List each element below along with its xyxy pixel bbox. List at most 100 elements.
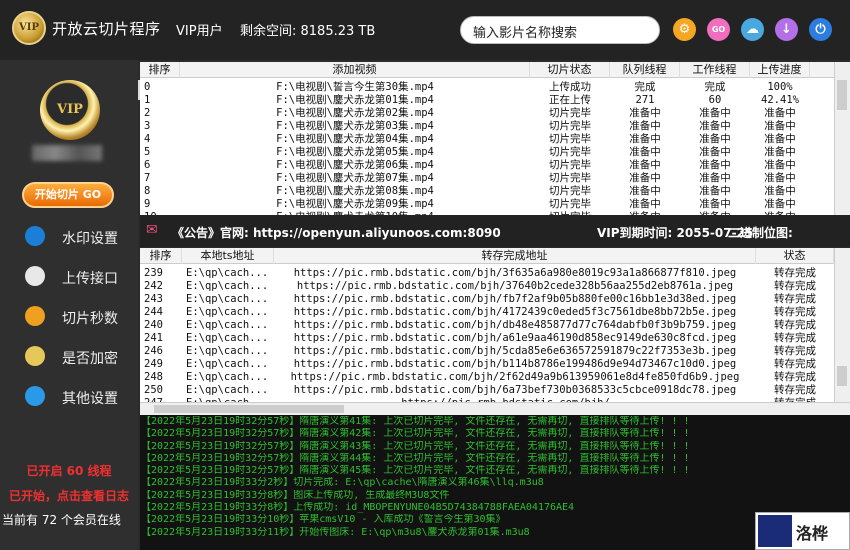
table-cell: 9: [144, 198, 151, 210]
transfer-table: 排序 本地ts地址 转存完成地址 状态 239 E:\qp\cach... https://…: [140, 248, 834, 402]
table-cell: 242: [144, 280, 163, 292]
menu-item-label: 其他设置: [62, 391, 118, 407]
table-cell: 准备中: [629, 185, 661, 197]
table-cell: https://pic.rmb.bdstatic.com/bjh/4172439…: [293, 306, 737, 318]
go-icon[interactable]: GO: [707, 18, 730, 41]
table-cell: F:\电视剧\鏖犬赤龙第09集.mp4: [276, 198, 434, 210]
table-cell: 转存完成: [774, 358, 816, 370]
remaining-space: 剩余空间: 8185.23 TB: [240, 24, 376, 39]
column-header[interactable]: 排序: [140, 248, 182, 264]
table-row[interactable]: 244 E:\qp\cach... https://pic.rmb.bdstatic…: [140, 306, 834, 319]
table-row[interactable]: 0 F:\电视剧\誓言今生第30集.mp4 上传成功 完成 完成 100% 待添加: [140, 81, 834, 94]
menu-item-encrypt[interactable]: 是否加密: [0, 343, 138, 371]
menu-item-seconds[interactable]: 切片秒数: [0, 303, 138, 331]
table-row[interactable]: 8 F:\电视剧\鏖犬赤龙第08集.mp4 切片完毕 准备中 准备中 准备中 待添加: [140, 185, 834, 198]
table-cell: https://pic.rmb.bdstatic.com/bjh/fb7f2af…: [293, 293, 737, 305]
table-row[interactable]: 3 F:\电视剧\鏖犬赤龙第03集.mp4 切片完毕 准备中 准备中 准备中 待添加: [140, 120, 834, 133]
column-header[interactable]: 排序: [140, 62, 180, 78]
column-header[interactable]: 转存完成地址: [274, 248, 756, 264]
table-cell: 243: [144, 293, 163, 305]
table-cell: 待添加: [810, 159, 834, 172]
table-row[interactable]: 249 E:\qp\cach... https://pic.rmb.bdstatic…: [140, 358, 834, 371]
table-cell: 转存完成: [774, 293, 816, 305]
table-cell: 切片完毕: [549, 185, 591, 197]
menu-item-upload[interactable]: 上传接口: [0, 263, 138, 291]
table-cell: https://pic.rmb.bdstatic.com/bjh/2f62d49…: [290, 371, 740, 383]
column-header[interactable]: 队列线程: [610, 62, 680, 78]
transfer-table-scrollbar[interactable]: [834, 248, 850, 402]
search-input[interactable]: 输入影片名称搜索: [460, 16, 660, 44]
column-header[interactable]: 水印状态: [810, 62, 834, 78]
log-line: 【2022年5月23日19时32分57秒】隋唐演义第45集: 上次已切片完毕, …: [141, 465, 690, 477]
table-cell: 待添加: [810, 185, 834, 198]
menu-item-label: 切片秒数: [62, 311, 118, 327]
table-cell: 完成: [704, 81, 726, 93]
column-header[interactable]: 上传进度: [750, 62, 810, 78]
table-cell: 准备中: [699, 146, 731, 158]
table-cell: E:\qp\cach...: [186, 319, 269, 331]
title-bar: VIP 开放云切片程序 VIP用户 剩余空间: 8185.23 TB 输入影片名…: [0, 0, 850, 60]
column-header[interactable]: 本地ts地址: [182, 248, 274, 264]
download-icon[interactable]: ↓: [775, 18, 798, 41]
table-row[interactable]: 4 F:\电视剧\鏖犬赤龙第04集.mp4 切片完毕 准备中 准备中 准备中 待添加: [140, 133, 834, 146]
table-cell: 待添加: [810, 146, 834, 159]
table-row[interactable]: 1 F:\电视剧\鏖犬赤龙第01集.mp4 正在上传 271 60 42.41% 待添加: [140, 94, 834, 107]
column-header[interactable]: 状态: [756, 248, 834, 264]
log-line: 【2022年5月23日19时33分8秒】图床上传成功, 生成最终M3U8文件: [141, 489, 450, 501]
table-row[interactable]: 2 F:\电视剧\鏖犬赤龙第02集.mp4 切片完毕 准备中 准备中 准备中 待添加: [140, 107, 834, 120]
video-table: 排序添加视频切片状态队列线程工作线程上传进度水印状态 0 F:\电视剧\誓言今生第3…: [140, 62, 834, 215]
log-line: 【2022年5月23日19时33分10秒】苹果cmsV10 - 入库成功《誓言今…: [141, 514, 506, 526]
sidebar: VIP 开始切片 GO 水印设置 上传接口 切片秒数 是否加密 其他设置 已开启 60 …: [0, 60, 138, 550]
power-icon[interactable]: ⏻: [809, 18, 832, 41]
menu-item-watermark[interactable]: 水印设置: [0, 223, 138, 251]
table-row[interactable]: 239 E:\qp\cach... https://pic.rmb.bdstatic…: [140, 267, 834, 280]
column-header[interactable]: 工作线程: [680, 62, 750, 78]
table-cell: 244: [144, 306, 163, 318]
column-header[interactable]: 添加视频: [180, 62, 530, 78]
gear-icon[interactable]: ⚙: [673, 18, 696, 41]
cloud-icon[interactable]: ☁: [741, 18, 764, 41]
table-cell: https://pic.rmb.bdstatic.com/bjh/5cda85e…: [293, 345, 737, 357]
table-cell: 转存完成: [774, 345, 816, 357]
table-cell: 250: [144, 384, 163, 396]
column-header[interactable]: 切片状态: [530, 62, 610, 78]
start-slice-button[interactable]: 开始切片 GO: [22, 182, 114, 208]
table-cell: 0: [144, 81, 151, 93]
table-cell: 8: [144, 185, 151, 197]
table-cell: 准备中: [699, 185, 731, 197]
table-cell: 切片完毕: [549, 120, 591, 132]
table-cell: 待添加: [810, 172, 834, 185]
qr-code: 洛桦: [755, 512, 850, 550]
table-cell: 准备中: [764, 198, 796, 210]
table-cell: 准备中: [699, 133, 731, 145]
table-row[interactable]: 9 F:\电视剧\鏖犬赤龙第09集.mp4 切片完毕 准备中 准备中 准备中 待添加: [140, 198, 834, 211]
table-row[interactable]: 246 E:\qp\cach... https://pic.rmb.bdstatic…: [140, 345, 834, 358]
table-row[interactable]: 250 E:\qp\cach... https://pic.rmb.bdstatic…: [140, 384, 834, 397]
table-cell: 待添加: [810, 120, 834, 133]
table-row[interactable]: 248 E:\qp\cach... https://pic.rmb.bdstatic…: [140, 371, 834, 384]
table-row[interactable]: 7 F:\电视剧\鏖犬赤龙第07集.mp4 切片完毕 准备中 准备中 准备中 待添加: [140, 172, 834, 185]
table-cell: 转存完成: [774, 384, 816, 396]
table-cell: https://pic.rmb.bdstatic.com/bjh/6a73bef…: [293, 384, 737, 396]
table-cell: E:\qp\cach...: [186, 267, 269, 279]
menu-item-other[interactable]: 其他设置: [0, 383, 138, 411]
video-table-scrollbar[interactable]: [834, 62, 850, 215]
table-row[interactable]: 242 E:\qp\cach... https://pic.rmb.bdstatic…: [140, 280, 834, 293]
table-cell: 2: [144, 107, 151, 119]
table1-header: 排序添加视频切片状态队列线程工作线程上传进度水印状态: [140, 62, 834, 78]
table-row[interactable]: 6 F:\电视剧\鏖犬赤龙第06集.mp4 切片完毕 准备中 准备中 准备中 待添加: [140, 159, 834, 172]
view-log-link[interactable]: 已开始，点击查看日志: [0, 487, 138, 504]
search-placeholder: 输入影片名称搜索: [473, 26, 578, 41]
table-cell: 准备中: [629, 146, 661, 158]
table-row[interactable]: 243 E:\qp\cach... https://pic.rmb.bdstatic…: [140, 293, 834, 306]
table-row[interactable]: 5 F:\电视剧\鏖犬赤龙第05集.mp4 切片完毕 准备中 准备中 准备中 待添加: [140, 146, 834, 159]
table-cell: F:\电视剧\鏖犬赤龙第04集.mp4: [276, 133, 434, 145]
table-cell: 正在上传: [549, 94, 591, 106]
table-cell: 转存完成: [774, 267, 816, 279]
transfer-table-hscroll[interactable]: [140, 402, 850, 415]
table-cell: 准备中: [764, 120, 796, 132]
table-cell: E:\qp\cach...: [186, 332, 269, 344]
qr-square: [758, 515, 792, 547]
table-row[interactable]: 240 E:\qp\cach... https://pic.rmb.bdstatic…: [140, 319, 834, 332]
table-row[interactable]: 241 E:\qp\cach... https://pic.rmb.bdstatic…: [140, 332, 834, 345]
